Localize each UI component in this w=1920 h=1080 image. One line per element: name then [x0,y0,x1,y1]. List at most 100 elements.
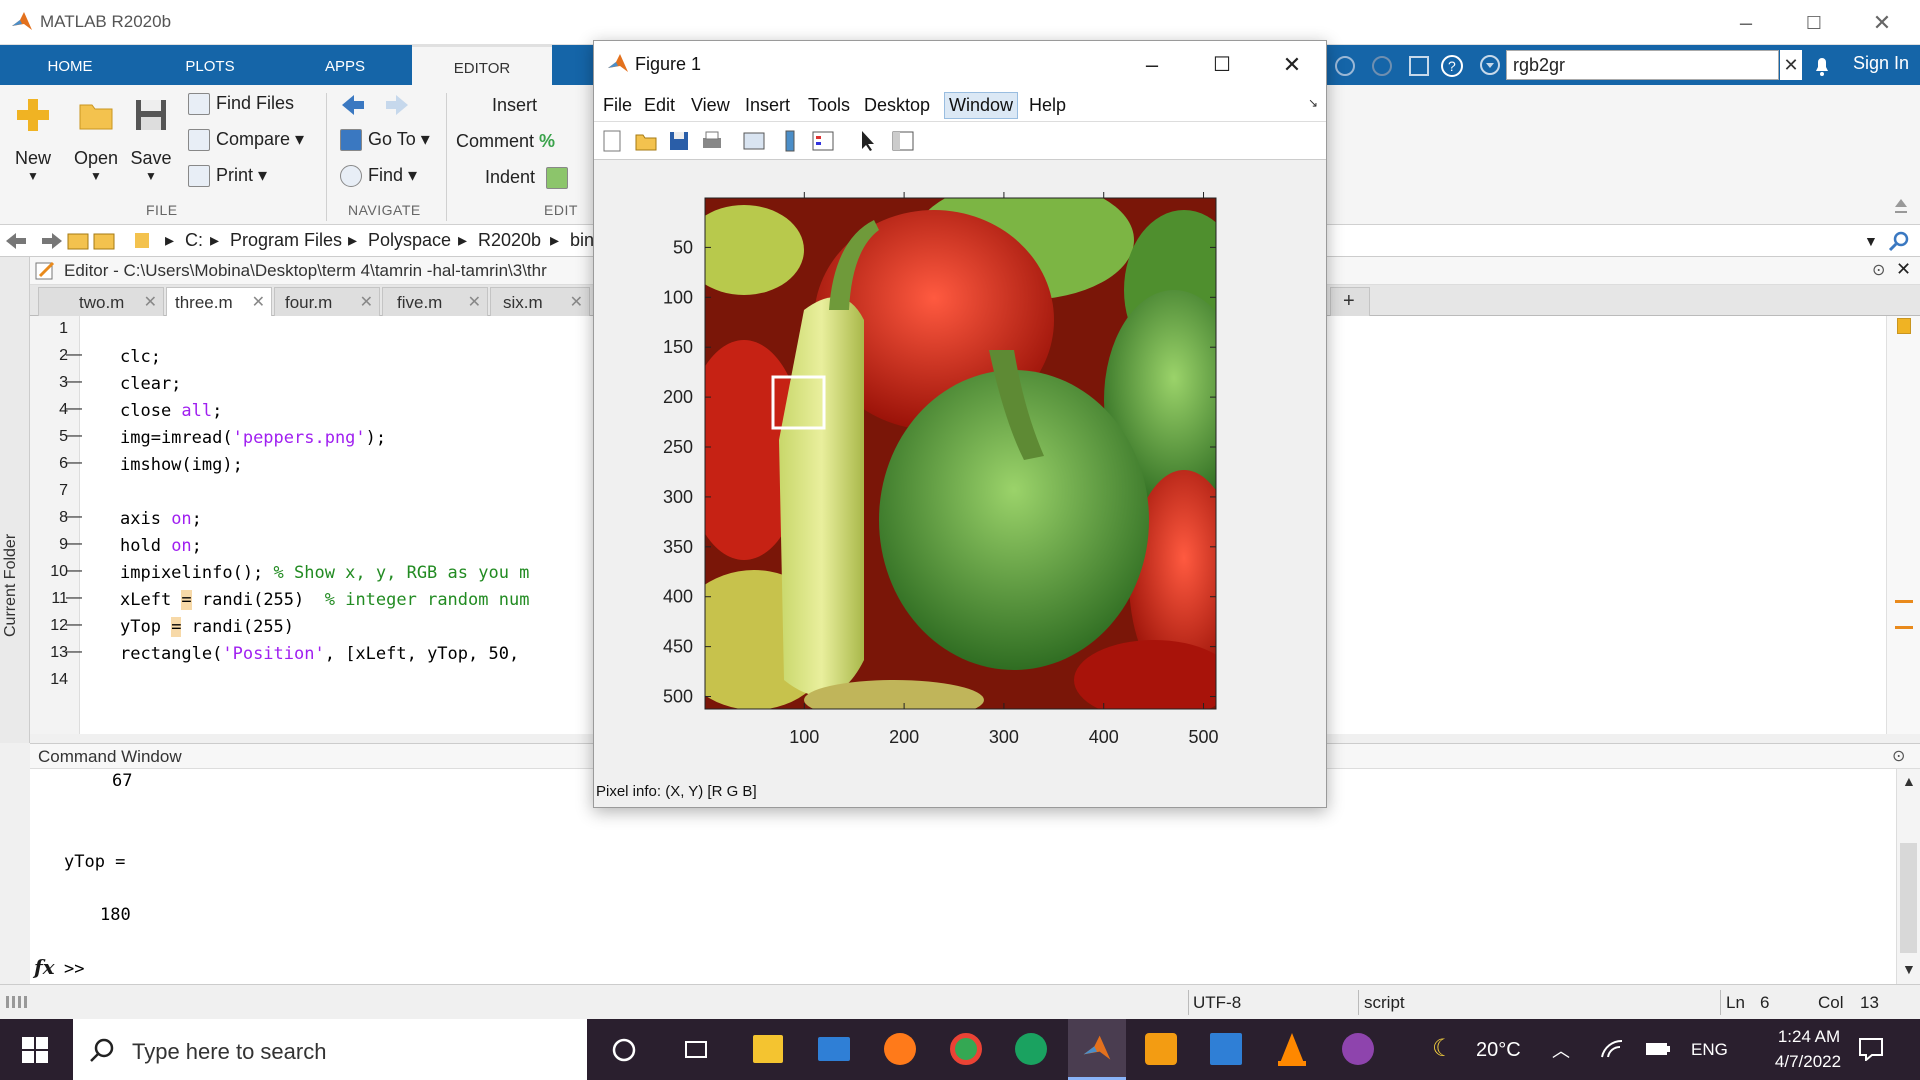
back-forward-arrows-icon[interactable] [340,93,410,117]
save-button[interactable]: Save ▼ [126,95,176,183]
search-folder-icon[interactable] [1888,230,1910,252]
menu-edit[interactable]: Edit [639,95,680,116]
editor-scroll-gutter[interactable] [1886,316,1920,734]
code-line-11[interactable]: xLeft = randi(255) % integer random num [120,590,529,610]
figure-maximize-button[interactable]: ☐ [1194,49,1250,81]
new-tab-button[interactable]: + [1330,287,1370,316]
search-clear-icon[interactable]: ✕ [1780,50,1802,80]
documentation-search-input[interactable]: rgb2gr [1506,50,1779,80]
compare-button[interactable]: Compare ▾ [188,129,304,152]
breakpoint-marker[interactable]: — [66,373,82,391]
breakpoint-marker[interactable]: — [66,427,82,445]
code-line-10[interactable]: impixelinfo(); % Show x, y, RGB as you m [120,563,529,583]
insert-colorbar-icon[interactable] [778,129,802,153]
clock-date[interactable]: 4/7/2022 [1755,1052,1861,1072]
dock-figure-icon[interactable]: ↘ [1308,96,1318,110]
open-file-icon[interactable] [634,129,658,153]
breakpoint-marker[interactable]: — [66,535,82,553]
tab-plots[interactable]: PLOTS [140,45,280,85]
cmd-scrollbar[interactable]: ▲ ▼ [1896,769,1920,984]
maximize-button[interactable]: ☐ [1784,6,1844,40]
breakpoint-marker[interactable]: — [66,400,82,418]
file-explorer-icon[interactable] [753,1035,783,1063]
github-desktop-icon[interactable] [1342,1033,1374,1065]
taskbar-search-box[interactable]: Type here to search [73,1019,587,1080]
menu-view[interactable]: View [686,95,735,116]
link-plot-icon[interactable] [742,129,766,153]
indent-button[interactable]: Indent [485,167,574,190]
matlab-taskbar-button[interactable] [1068,1019,1126,1080]
cortana-icon[interactable] [611,1037,637,1063]
code-line-3[interactable]: clear; [120,374,181,394]
figure-canvas[interactable]: 100 200 300 400 500 50 100 150 200 250 300 350 400 4… [594,160,1326,777]
vlc-icon[interactable] [1276,1031,1308,1067]
file-tab-three[interactable]: three.m ✕ [166,287,272,316]
menu-tools[interactable]: Tools [803,95,855,116]
bing-app-icon[interactable] [1015,1033,1047,1065]
file-tab-six[interactable]: six.m ✕ [490,287,590,316]
menu-help[interactable]: Help [1024,95,1071,116]
weather-moon-icon[interactable]: ☾ [1432,1034,1454,1063]
tab-apps[interactable]: APPS [280,45,410,85]
pdf-app-icon[interactable] [1145,1033,1177,1065]
weather-temperature[interactable]: 20°C [1476,1039,1521,1062]
breadcrumb-c[interactable]: C: [185,230,203,251]
function-browser-icon[interactable]: fx [34,955,55,979]
breakpoint-marker[interactable]: — [66,508,82,526]
axes[interactable]: 100 200 300 400 500 50 100 150 200 250 300 350 400 4… [594,160,1326,777]
sign-in-link[interactable]: Sign In [1853,53,1909,74]
tab-editor[interactable]: EDITOR [412,45,552,85]
breadcrumb-arrow-icon[interactable]: ▸ [165,230,174,251]
breakpoint-marker[interactable]: — [66,346,82,364]
chrome-icon[interactable] [950,1033,982,1065]
save-figure-icon[interactable] [667,129,691,153]
breadcrumb-program-files[interactable]: Program Files [230,230,342,251]
file-tab-four[interactable]: four.m ✕ [274,287,380,316]
print-button[interactable]: Print ▾ [188,165,267,188]
current-folder-collapsed-panel[interactable]: Current Folder [0,257,30,743]
photos-icon[interactable] [1210,1033,1242,1065]
editor-options-icon[interactable]: ⊙ [1872,260,1885,280]
battery-icon[interactable] [1645,1042,1671,1056]
breadcrumb-polyspace[interactable]: Polyspace [368,230,451,251]
menu-insert[interactable]: Insert [740,95,795,116]
windows-start-icon[interactable] [22,1037,48,1063]
code-line-2[interactable]: clc; [120,347,161,367]
new-figure-icon[interactable] [600,129,624,153]
tab-home[interactable]: HOME [0,45,140,85]
minimize-button[interactable]: – [1716,6,1776,40]
code-line-12[interactable]: yTop = randi(255) [120,617,294,637]
command-window-options-icon[interactable]: ⊙ [1892,746,1905,766]
notification-bell-icon[interactable] [1812,55,1832,77]
new-button[interactable]: New ▼ [8,95,58,183]
open-button[interactable]: Open ▼ [68,95,124,183]
address-dropdown-icon[interactable]: ▼ [1864,233,1878,249]
task-view-icon[interactable] [683,1037,709,1063]
code-line-6[interactable]: imshow(img); [120,455,243,475]
current-folder-label[interactable]: Current Folder [2,534,20,637]
find-button[interactable]: Find ▾ [340,165,417,188]
find-files-button[interactable]: Find Files [188,93,294,116]
property-editor-icon[interactable] [891,129,915,153]
close-button[interactable]: ✕ [1852,6,1912,40]
print-figure-icon[interactable] [700,129,724,153]
comment-button[interactable]: Comment % [456,131,555,152]
breakpoint-marker[interactable]: — [66,454,82,472]
menu-desktop[interactable]: Desktop [859,95,935,116]
insert-button[interactable]: Insert [492,95,537,116]
breadcrumb-bin[interactable]: bin [570,230,594,251]
breakpoint-marker[interactable]: — [66,562,82,580]
editor-close-icon[interactable]: ✕ [1896,259,1911,280]
dropdown-icon[interactable] [1480,55,1500,75]
breadcrumb-r2020b[interactable]: R2020b [478,230,541,251]
collapse-toolstrip-icon[interactable] [1894,195,1908,219]
clock-time[interactable]: 1:24 AM [1760,1027,1858,1047]
breakpoint-marker[interactable]: — [66,616,82,634]
folder-root-icon[interactable] [134,230,150,250]
code-line-9[interactable]: hold on; [120,536,202,556]
insert-legend-icon[interactable] [811,129,835,153]
menu-file[interactable]: File [598,95,637,116]
code-line-4[interactable]: close all; [120,401,222,421]
show-hidden-icons-icon[interactable]: ︿ [1552,1037,1570,1063]
breakpoint-marker[interactable]: — [66,589,82,607]
